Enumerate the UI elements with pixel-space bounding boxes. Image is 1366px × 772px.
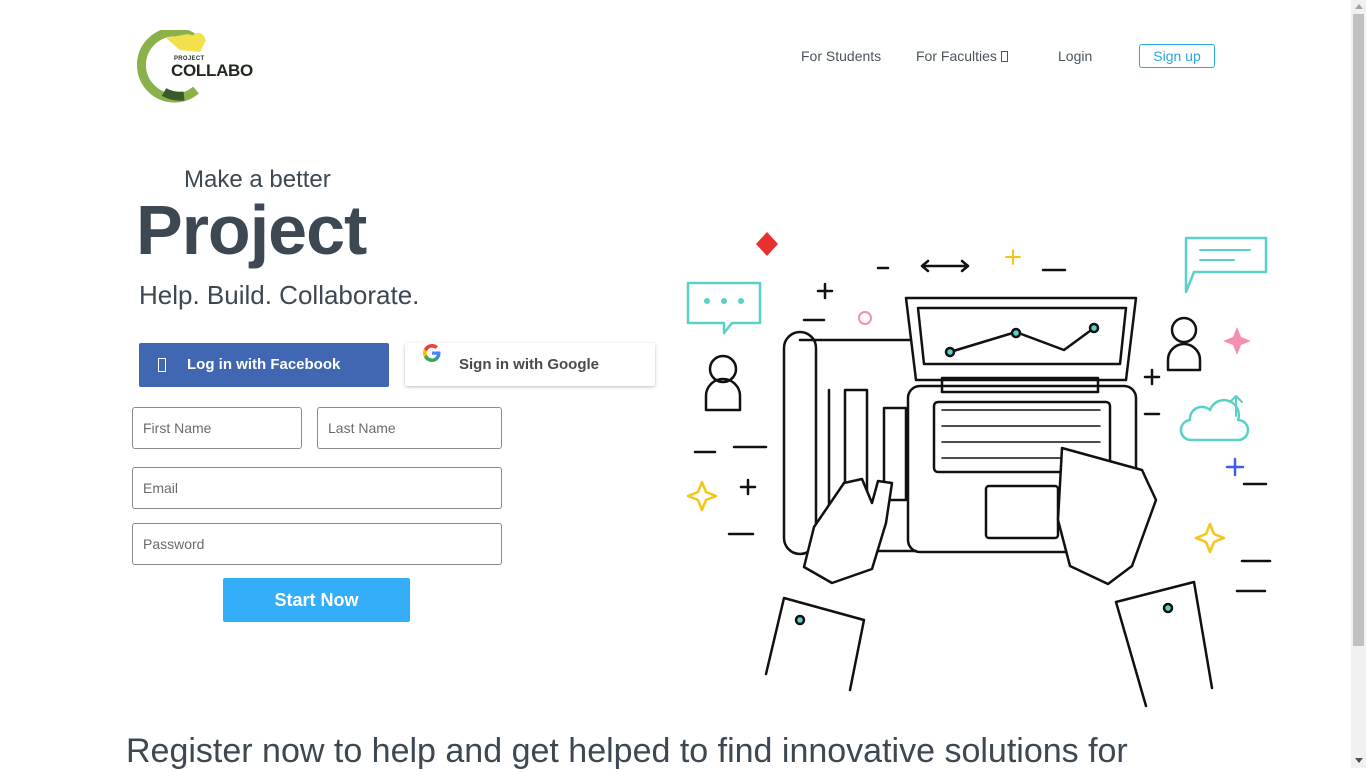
logo-text: COLLABO (171, 61, 253, 80)
signup-button[interactable]: Sign up (1139, 44, 1215, 68)
scroll-thumb[interactable] (1353, 14, 1364, 646)
last-name-input[interactable] (317, 407, 502, 449)
start-now-button[interactable]: Start Now (223, 578, 410, 622)
google-signin-button[interactable]: Sign in with Google (405, 343, 655, 386)
facebook-login-button[interactable]: Log in with Facebook (139, 343, 389, 387)
laptop-collaboration-illustration (686, 232, 1272, 708)
nav-login-label: Login (1058, 48, 1093, 64)
first-name-input[interactable] (132, 407, 302, 449)
page-scrollbar[interactable] (1351, 0, 1366, 768)
nav-for-students-label: For Students (801, 48, 882, 64)
nav-for-faculties[interactable]: For Faculties (916, 47, 1008, 65)
scroll-down-icon[interactable] (1355, 758, 1363, 763)
password-input[interactable] (132, 523, 502, 565)
nav-login[interactable]: Login (1058, 47, 1092, 65)
caret-icon (1000, 51, 1008, 62)
facebook-icon (158, 358, 166, 372)
facebook-login-label: Log in with Facebook (187, 356, 341, 373)
nav-for-faculties-label: For Faculties (916, 48, 997, 64)
signup-label: Sign up (1153, 48, 1201, 64)
hero-title: Project (136, 191, 367, 269)
hero-subtitle: Help. Build. Collaborate. (139, 280, 420, 310)
scroll-up-icon[interactable] (1355, 4, 1363, 9)
register-headline: Register now to help and get helped to f… (126, 732, 1128, 770)
hero-tagline-top: Make a better (184, 166, 331, 193)
google-icon (423, 344, 441, 362)
email-input[interactable] (132, 467, 502, 509)
nav-for-students[interactable]: For Students (801, 47, 881, 65)
google-signin-label: Sign in with Google (459, 356, 599, 373)
start-now-label: Start Now (274, 590, 359, 610)
